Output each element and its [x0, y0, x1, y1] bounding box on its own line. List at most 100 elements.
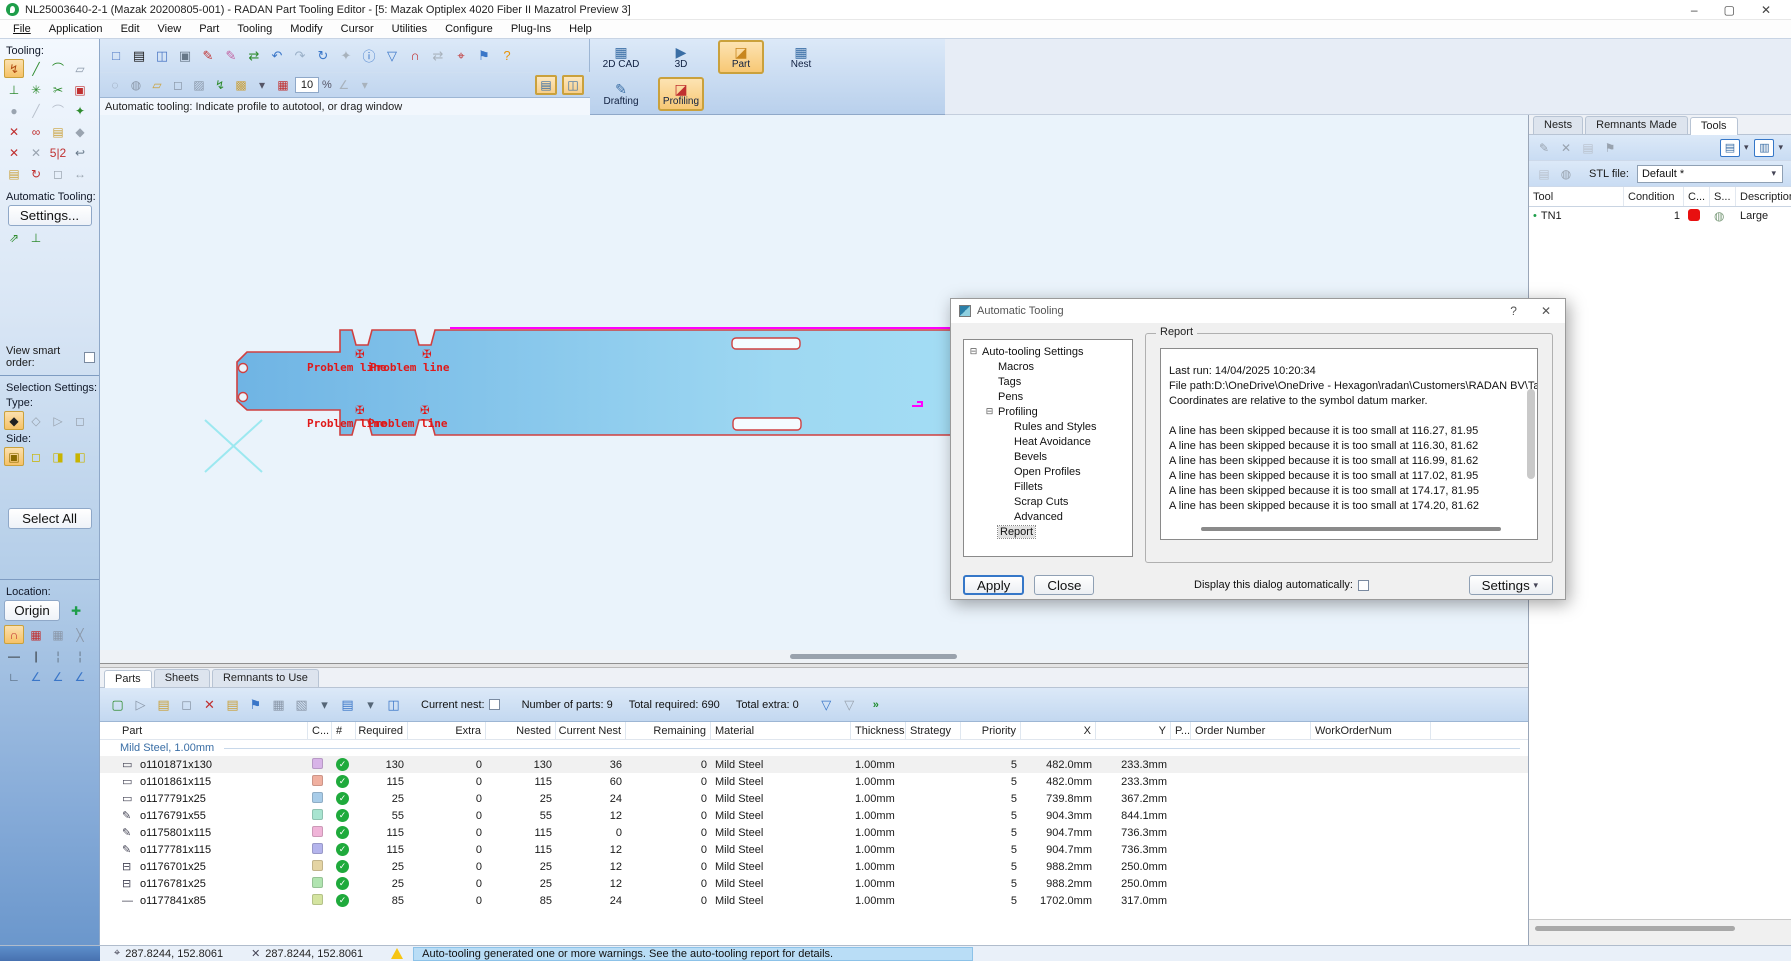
flag-tool-icon[interactable]: ⚑ — [1601, 139, 1619, 157]
view-detail-icon[interactable]: ◫ — [384, 695, 403, 714]
mode-2dcad-button[interactable]: ▦ 2D CAD — [598, 40, 644, 74]
line-corner-icon[interactable]: ¦ — [48, 646, 68, 665]
home-view-icon[interactable]: ▩ — [232, 76, 250, 94]
table-row[interactable]: ▭ o1101871x130 ✓ 130 0 130 36 0 Mild Stee… — [100, 756, 1528, 773]
stl-globe-icon[interactable]: ◍ — [1557, 165, 1575, 183]
tree-expander[interactable] — [1000, 451, 1011, 462]
magnet-icon[interactable]: ∩ — [405, 46, 425, 66]
tool-hook-icon[interactable]: ↩ — [70, 143, 90, 162]
tool-row[interactable]: • TN1 1 ◍ Large — [1529, 207, 1791, 225]
tool-tee-icon[interactable]: ⊥ — [4, 80, 24, 99]
autotool-settings-button[interactable]: Settings... — [7, 205, 92, 226]
tree-expander[interactable]: ⊟ — [968, 346, 979, 357]
report-vertical-scrollbar[interactable] — [1527, 389, 1535, 479]
tool-spacing-icon[interactable]: ↔ — [70, 164, 90, 183]
stl-file-combobox[interactable]: Default * ▾ — [1636, 164, 1783, 183]
dialog-title-bar[interactable]: Automatic Tooling ? ✕ — [951, 299, 1565, 323]
parts-panel-tab[interactable]: Sheets — [153, 669, 210, 687]
angle1-icon[interactable]: ∠ — [26, 667, 46, 686]
table-row[interactable]: ✎ o1175801x115 ✓ 115 0 115 0 0 Mild Steel… — [100, 824, 1528, 841]
new-file-icon[interactable]: □ — [106, 46, 126, 66]
more-toolbar-chevron[interactable]: » — [873, 699, 879, 711]
flag-part-icon[interactable]: ⚑ — [246, 695, 265, 714]
parts-panel-tab[interactable]: Remnants to Use — [211, 669, 319, 687]
right-panel-tab[interactable]: Nests — [1533, 116, 1584, 134]
angle2-icon[interactable]: ∠ — [48, 667, 68, 686]
tool-boxed-icon[interactable]: ▣ — [70, 80, 90, 99]
tree-node[interactable]: Rules and Styles — [966, 419, 1130, 434]
tool-dot-icon[interactable]: ● — [4, 101, 24, 120]
side-right-icon[interactable]: ◧ — [70, 447, 90, 466]
select-all-button[interactable]: Select All — [7, 508, 92, 529]
autotool-apply-icon[interactable]: ⊥ — [26, 228, 46, 247]
measure-icon[interactable]: ⇄ — [428, 46, 448, 66]
tree-node[interactable]: Advanced — [966, 509, 1130, 524]
open-part-icon[interactable]: ▤ — [223, 695, 242, 714]
tree-expander[interactable] — [984, 361, 995, 372]
table-row[interactable]: ▭ o1101861x115 ✓ 115 0 115 60 0 Mild Stee… — [100, 773, 1528, 790]
grid-angle-icon[interactable]: ╳ — [70, 625, 90, 644]
tree-expander[interactable] — [1000, 511, 1011, 522]
type-closed-icon[interactable]: ▷ — [48, 411, 68, 430]
print-icon[interactable]: ▣ — [175, 46, 195, 66]
autotool-icon[interactable]: ↯ — [4, 59, 24, 78]
inspect-icon[interactable]: ⌖ — [451, 46, 471, 66]
minimize-button[interactable]: – — [1691, 3, 1698, 17]
layout-vertical-toggle[interactable]: ◫ — [562, 75, 584, 95]
mode-3d-button[interactable]: ▶ 3D — [658, 40, 704, 74]
tree-expander[interactable]: ⊟ — [984, 406, 995, 417]
table-row[interactable]: ✎ o1176791x55 ✓ 55 0 55 12 0 Mild Steel 1… — [100, 807, 1528, 824]
tree-expander[interactable] — [1000, 436, 1011, 447]
export-part-icon[interactable]: ▷ — [131, 695, 150, 714]
view-smart-order-checkbox[interactable] — [84, 351, 95, 363]
angle3-icon[interactable]: ∠ — [70, 667, 90, 686]
close-button[interactable]: ✕ — [1761, 3, 1771, 17]
parts-panel-tab[interactable]: Parts — [104, 670, 152, 688]
type-text-icon[interactable]: ◻ — [70, 411, 90, 430]
type-any-icon[interactable]: ◆ — [4, 411, 24, 430]
menu-item[interactable]: Cursor — [332, 21, 383, 37]
apply-button[interactable]: Apply — [963, 575, 1025, 595]
tree-node[interactable]: Macros — [966, 359, 1130, 374]
copy-part-icon[interactable]: ◻ — [177, 695, 196, 714]
menu-item[interactable]: Utilities — [383, 21, 436, 37]
ghost-move-icon[interactable]: ◍ — [127, 76, 145, 94]
table-row[interactable]: ✎ o1177781x115 ✓ 115 0 115 12 0 Mild Stee… — [100, 841, 1528, 858]
grid-view-icon[interactable]: ▦ — [269, 695, 288, 714]
tree-expander[interactable] — [984, 376, 995, 387]
tree-node[interactable]: Report — [966, 524, 1130, 539]
mode-part-button[interactable]: ◪ Part — [718, 40, 764, 74]
tool-cam-icon[interactable]: ▱ — [70, 59, 90, 78]
autotool-run-icon[interactable]: ⇗ — [4, 228, 24, 247]
table-row[interactable]: ⊟ o1176781x25 ✓ 25 0 25 12 0 Mild Steel 1… — [100, 875, 1528, 892]
angle-snap-icon[interactable]: ∠ — [335, 76, 353, 94]
menu-item[interactable]: Configure — [436, 21, 502, 37]
add-part-icon[interactable]: ▢ — [108, 695, 127, 714]
tree-node[interactable]: Scrap Cuts — [966, 494, 1130, 509]
display-dialog-checkbox[interactable] — [1357, 579, 1369, 591]
ghost-check-icon[interactable]: ▨ — [190, 76, 208, 94]
edit-pencil-icon[interactable]: ✎ — [198, 46, 218, 66]
dropdown-icon[interactable]: ▾ — [1778, 142, 1783, 153]
tool-dash-arc-icon[interactable]: ⌒ — [48, 101, 68, 120]
tree-node[interactable]: Open Profiles — [966, 464, 1130, 479]
dropdown-icon[interactable]: ▾ — [253, 76, 271, 94]
import-stl-icon[interactable]: ▤ — [1535, 165, 1553, 183]
ghost-pan-icon[interactable]: ▱ — [148, 76, 166, 94]
tree-expander[interactable] — [1000, 481, 1011, 492]
tree-expander[interactable] — [1000, 496, 1011, 507]
table-row[interactable]: ⊟ o1176701x25 ✓ 25 0 25 12 0 Mild Steel 1… — [100, 858, 1528, 875]
zoom-grid-icon[interactable]: ▦ — [274, 76, 292, 94]
tool-split-icon[interactable]: ✂ — [48, 80, 68, 99]
tool-cross2-icon[interactable]: ✕ — [26, 143, 46, 162]
mode-nest-button[interactable]: ▦ Nest — [778, 40, 824, 74]
tool-cross-icon[interactable]: ✕ — [4, 143, 24, 162]
style-pencil-icon[interactable]: ✎ — [221, 46, 241, 66]
menu-item[interactable]: Plug-Ins — [502, 21, 560, 37]
side-left-icon[interactable]: ◻ — [26, 447, 46, 466]
import-part-icon[interactable]: ▤ — [154, 695, 173, 714]
sparkle-icon[interactable]: ✦ — [336, 46, 356, 66]
mode-profiling-button[interactable]: ◪ Profiling — [658, 77, 704, 111]
undo-icon[interactable]: ↶ — [267, 46, 287, 66]
tree-node[interactable]: Pens — [966, 389, 1130, 404]
